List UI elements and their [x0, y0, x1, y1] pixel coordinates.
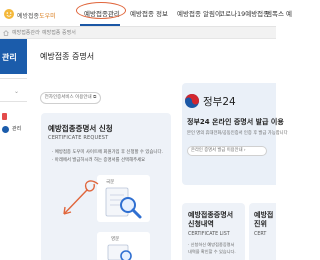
card-note: 내역을 확인할 수 있습니다.: [188, 249, 236, 254]
document-magnifier-icon: [107, 244, 132, 260]
bullet-icon: [2, 126, 9, 133]
page-title: 예방접종 증명서: [40, 52, 95, 61]
card-note: · 아래에서 발급하시려 하는 증명서를 선택해주세요: [52, 158, 146, 163]
site-logo-text[interactable]: 예방접종도우미: [17, 11, 56, 20]
annotation-arrow: [63, 180, 99, 215]
english-option-label: 영문: [111, 237, 120, 242]
certificate-list-title-line2: 신청내역: [188, 220, 214, 228]
breadcrumb-item-current[interactable]: 예방접종 증명서: [42, 29, 76, 36]
nav-mpox[interactable]: 엠폭스 예: [266, 8, 292, 18]
certificate-request-subtitle: CERTIFICATE REQUEST: [48, 135, 109, 141]
annotation-circle: [76, 2, 126, 19]
taegeuk-emblem-icon: [185, 94, 199, 108]
nav-covid19[interactable]: 코로나19예방접종: [219, 8, 269, 18]
document-icon[interactable]: [2, 113, 7, 120]
breadcrumb-separator: ›: [38, 29, 40, 35]
document-magnifier-icon: [105, 187, 142, 219]
sidebar-divider: [0, 78, 27, 79]
card-note: · 예방접종 도우미 사이트에 회원가입 후 신청할 수 있습니다.: [52, 150, 163, 155]
nav-vaccination-alert[interactable]: 예방접종 알림이: [177, 8, 221, 18]
e-cert-guide-button[interactable]: 전자인증서비스 이용안내 ⧉: [40, 92, 101, 104]
gov24-guide-button[interactable]: 온라인 증명서 발급 이용안내 ›: [187, 146, 267, 156]
nav-vaccination-info[interactable]: 예방접종 정보: [130, 8, 168, 18]
chevron-down-icon[interactable]: ⌄: [14, 88, 19, 95]
gov24-card-desc: 본인 명의 휴대전화/공동인증서 인증 후 발급 가능합니다: [187, 131, 288, 136]
breadcrumb-item[interactable]: 예방접종관리: [12, 29, 40, 36]
certificate-list-subtitle: CERTIFICATE LIST: [188, 232, 230, 237]
home-icon[interactable]: [3, 30, 9, 36]
sidebar-title: 관리: [2, 53, 17, 62]
certificate-request-title: 예방접종증명서 신청: [48, 124, 113, 133]
card-note: · 신청하신 예방접종증명서: [188, 242, 235, 247]
sidebar-divider: [0, 101, 27, 102]
korean-option-label: 국문: [106, 180, 115, 185]
sidebar-item-label[interactable]: 관리: [12, 125, 21, 132]
nav-active-indicator: [80, 24, 120, 26]
certificate-verify-subtitle: CERT: [254, 232, 267, 237]
certificate-verify-title-line2: 진위: [254, 220, 267, 228]
smile-sun-logo-icon[interactable]: [3, 8, 15, 20]
gov24-card-title: 정부24 온라인 증명서 발급 이용: [187, 118, 284, 126]
gov24-brand: 정부24: [203, 96, 236, 108]
